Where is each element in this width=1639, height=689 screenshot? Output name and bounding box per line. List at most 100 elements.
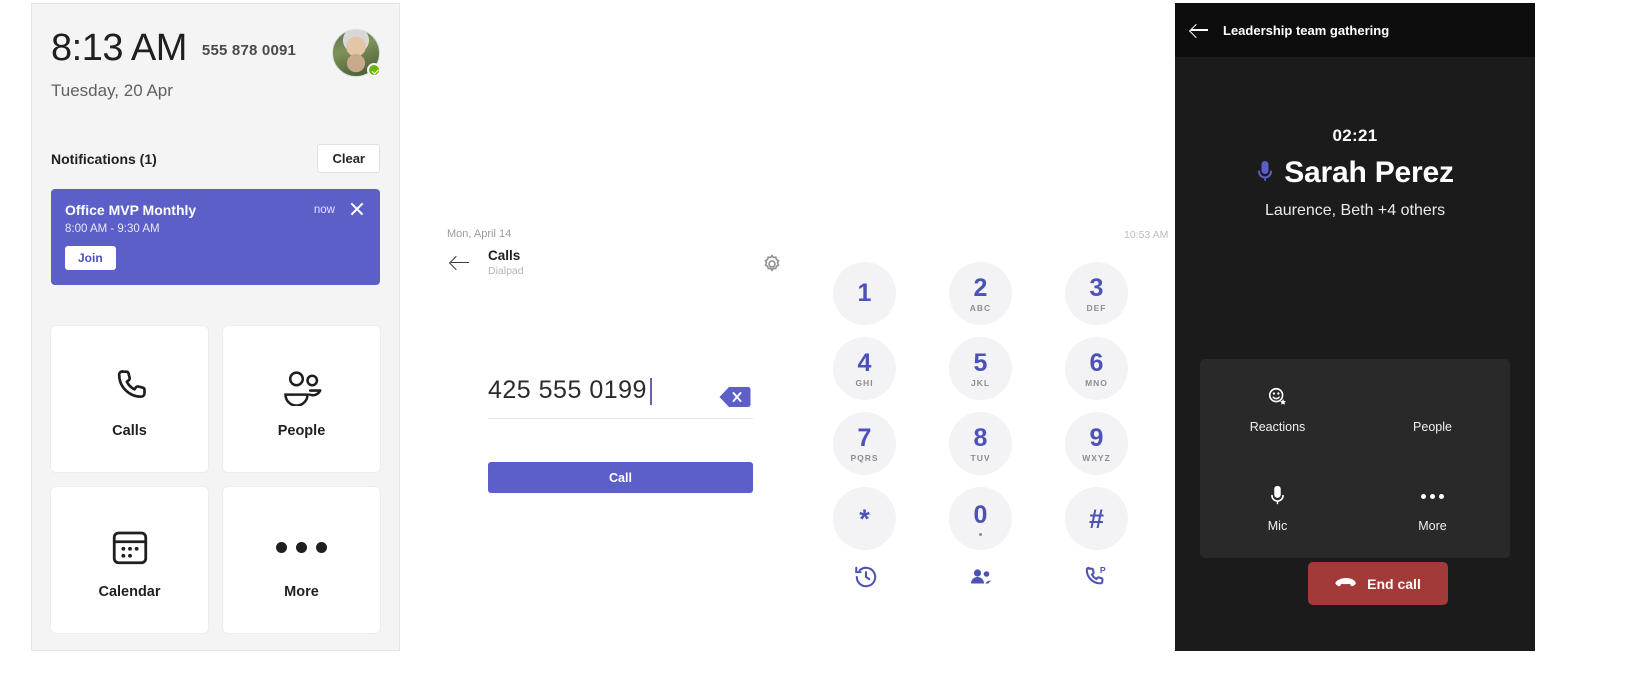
control-label: More (1418, 519, 1447, 534)
key-letters: DEF (1086, 302, 1107, 313)
home-tiles: Calls People Calendar More (51, 326, 380, 633)
tile-calendar[interactable]: Calendar (51, 487, 208, 633)
key-plus-dot-icon (979, 532, 982, 536)
keypad-row: * 0 # (833, 487, 1128, 550)
dialpad-titles: Calls Dialpad (488, 248, 524, 277)
microphone-active-icon (1256, 158, 1274, 188)
key-3[interactable]: 3 DEF (1065, 262, 1128, 325)
key-digit: 7 (857, 423, 872, 452)
call-history-icon[interactable] (851, 562, 881, 592)
key-7[interactable]: 7 PQRS (833, 412, 896, 475)
control-mic[interactable]: Mic (1200, 483, 1355, 533)
control-more[interactable]: More (1355, 483, 1510, 533)
key-hash[interactable]: # (1065, 487, 1128, 550)
phone-number-value: 425 555 0199 (488, 376, 647, 404)
avatar[interactable] (332, 29, 381, 77)
page-title: Calls (488, 248, 521, 263)
key-letters: MNO (1085, 377, 1108, 388)
key-digit: 4 (857, 348, 872, 377)
key-8[interactable]: 8 TUV (949, 412, 1012, 475)
clock-date: Tuesday, 20 Apr (51, 81, 173, 100)
key-digit: * (859, 503, 870, 534)
key-5[interactable]: 5 JKL (949, 337, 1012, 400)
screenshot-root: 8:13 AM 555 878 0091 Tuesday, 20 Apr Not… (0, 0, 1639, 689)
keypad-action-row: P (833, 562, 1128, 592)
notification-card[interactable]: Office MVP Monthly now 8:00 AM - 9:30 AM… (51, 189, 380, 285)
call-duration: 02:21 (1332, 126, 1378, 145)
key-digit: 6 (1089, 348, 1104, 377)
key-digit: 1 (857, 278, 872, 307)
tile-calls[interactable]: Calls (51, 326, 208, 472)
key-digit: 5 (973, 348, 988, 377)
key-9[interactable]: 9 WXYZ (1065, 412, 1128, 475)
phone-number-input[interactable]: 425 555 0199 (488, 376, 753, 419)
parked-call-icon[interactable]: P (1080, 562, 1110, 592)
key-star[interactable]: * (833, 487, 896, 550)
key-letters: WXYZ (1082, 452, 1111, 463)
phone-icon (110, 359, 150, 413)
dialpad-keypad: 1 2 ABC 3 DEF 4 GHI 5 JKL 6 MNO 7 PQRS 8… (833, 262, 1128, 592)
back-arrow-icon[interactable] (1189, 19, 1211, 41)
join-meeting-button[interactable]: Join (65, 246, 116, 270)
reactions-icon (1267, 384, 1289, 410)
backspace-icon[interactable] (718, 385, 751, 409)
calendar-icon (109, 520, 151, 574)
back-arrow-icon[interactable] (448, 251, 472, 275)
call-topbar: Leadership team gathering (1175, 3, 1535, 57)
end-call-icon (1335, 576, 1357, 592)
call-controls: Reactions People Mic More End call (1200, 359, 1510, 605)
people-icon (280, 359, 324, 413)
active-speaker-name: Sarah Perez (1284, 156, 1454, 189)
key-digit: 0 (973, 500, 988, 529)
key-letters: PQRS (850, 452, 879, 463)
device-phone-number: 555 878 0091 (201, 42, 297, 59)
page-subtitle: Dialpad (488, 265, 524, 277)
key-1[interactable]: 1 (833, 262, 896, 325)
key-0[interactable]: 0 (949, 487, 1012, 550)
text-caret (649, 378, 652, 405)
key-4[interactable]: 4 GHI (833, 337, 896, 400)
tile-label: Calls (112, 423, 147, 439)
dialpad-header: Calls Dialpad (448, 248, 524, 277)
notifications-header: Notifications (1) Clear (51, 144, 380, 173)
dialpad-date: Mon, April 14 (447, 228, 512, 240)
key-digit: # (1088, 503, 1105, 534)
key-2[interactable]: 2 ABC (949, 262, 1012, 325)
notification-title: Office MVP Monthly (65, 202, 197, 218)
microphone-icon (1270, 483, 1285, 509)
tile-label: More (284, 584, 319, 600)
tile-label: People (277, 423, 326, 439)
key-digit: 8 (973, 423, 988, 452)
tile-people[interactable]: People (223, 326, 380, 472)
keypad-row: 4 GHI 5 JKL 6 MNO (833, 337, 1128, 400)
clear-notifications-button[interactable]: Clear (317, 144, 380, 173)
key-digit: 2 (973, 273, 988, 302)
control-label: People (1413, 419, 1452, 434)
clock-time: 8:13 AM (51, 27, 187, 69)
home-panel: 8:13 AM 555 878 0091 Tuesday, 20 Apr Not… (31, 3, 400, 651)
in-call-panel: Leadership team gathering 02:21 Sarah Pe… (1175, 3, 1535, 651)
control-label: Mic (1267, 519, 1288, 534)
meeting-title: Leadership team gathering (1223, 22, 1390, 38)
svg-text:P: P (1100, 565, 1106, 575)
key-6[interactable]: 6 MNO (1065, 337, 1128, 400)
close-icon[interactable] (348, 200, 366, 218)
presence-available-icon (367, 63, 381, 77)
key-letters: ABC (969, 302, 992, 313)
key-letters: JKL (970, 377, 991, 388)
dialpad-status-time: 10:53 AM (1124, 229, 1169, 241)
call-button[interactable]: Call (488, 462, 753, 493)
notification-card-top: Office MVP Monthly now (65, 202, 366, 218)
key-letters: GHI (855, 377, 874, 388)
tile-more[interactable]: More (223, 487, 380, 633)
end-call-button[interactable]: End call (1308, 562, 1448, 605)
notification-timestamp: now (313, 204, 335, 216)
control-reactions[interactable]: Reactions (1200, 384, 1355, 434)
control-people[interactable]: People (1355, 384, 1510, 434)
key-digit: 3 (1089, 273, 1104, 302)
notifications-title: Notifications (1) (51, 150, 157, 167)
gear-icon[interactable] (760, 252, 784, 276)
more-dots-icon (276, 520, 327, 574)
contacts-icon[interactable] (966, 562, 996, 592)
key-digit: 9 (1089, 423, 1104, 452)
